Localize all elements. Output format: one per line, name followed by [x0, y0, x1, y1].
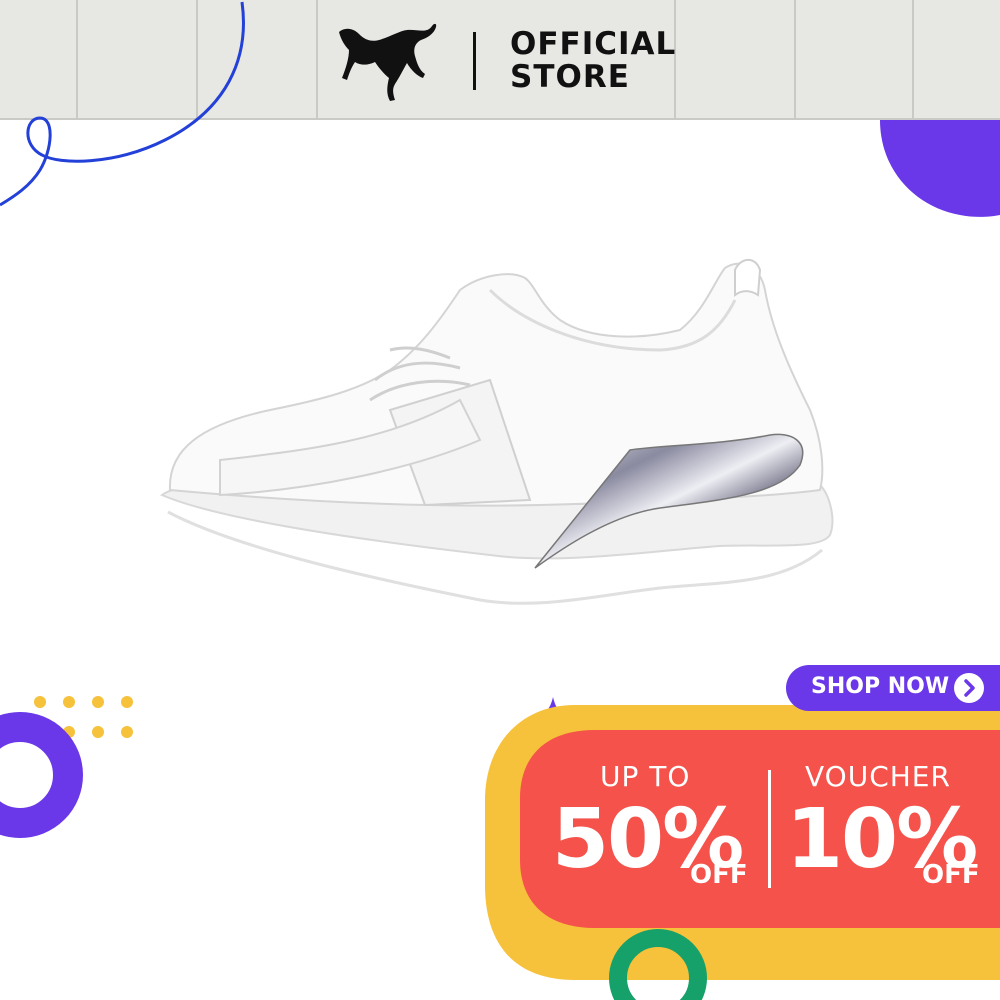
promo-divider	[768, 770, 771, 888]
chevron-right-icon	[954, 673, 984, 703]
product-sneaker-image	[160, 258, 834, 605]
blue-swoosh-line	[0, 1, 245, 207]
shop-now-button[interactable]: SHOP NOW	[786, 665, 1000, 711]
shop-now-label: SHOP NOW	[811, 674, 950, 699]
promo-up-to-label: UP TO	[600, 760, 691, 793]
promo-voucher-label: VOUCHER	[805, 760, 951, 793]
purple-ring	[0, 712, 83, 838]
promo-voucher-off: OFF	[922, 860, 980, 890]
promo-discount-off: OFF	[690, 860, 748, 890]
purple-half-circle	[880, 120, 1000, 217]
